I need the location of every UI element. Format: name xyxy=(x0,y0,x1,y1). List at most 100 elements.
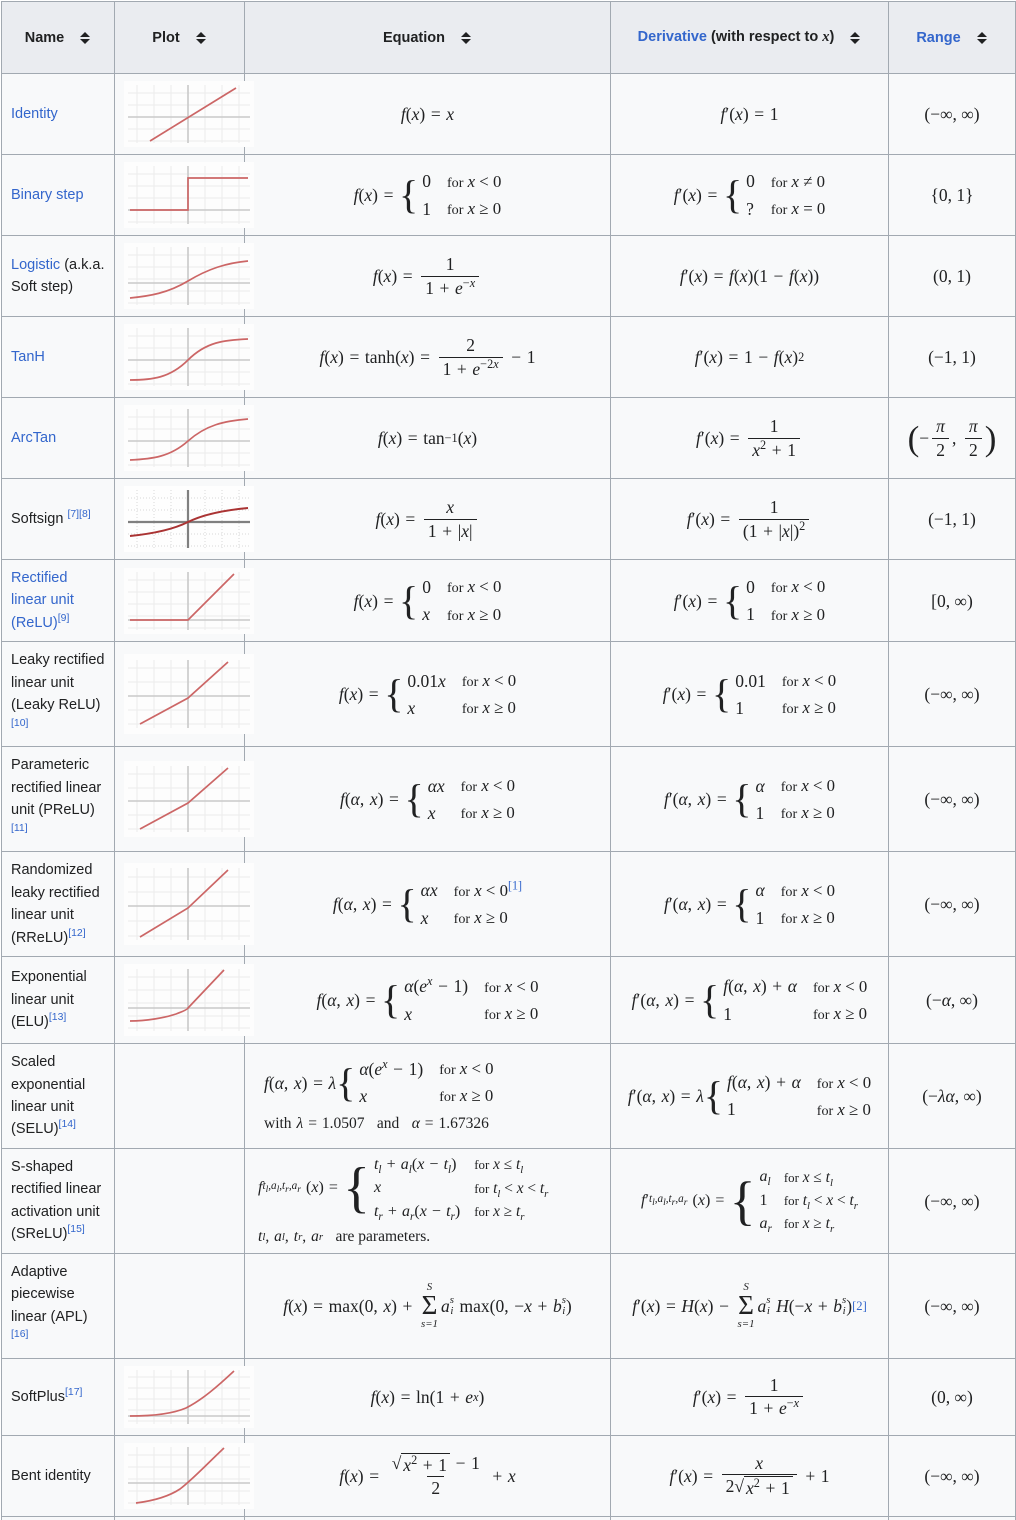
derivative-elu: f ′(α, x) = { f(α, x) + α for x < 0 1 for x ≥ 0 xyxy=(610,956,889,1045)
derivative-math: f ′(α, x) = { f(α, x) + α for x < 0 1 for x ≥ 0 xyxy=(631,976,868,1024)
reference-1[interactable]: [1] xyxy=(508,878,522,892)
row-name-rrelu: Randomized leaky rectified linear unit (… xyxy=(1,851,115,958)
range-math: (0, ∞) xyxy=(931,1386,973,1407)
name-link[interactable]: ArcTan xyxy=(11,430,56,446)
table-row: SoftPlus[17] f(x) = ln(1 + e x) f ′(x) = 1 1 + e−x xyxy=(1,1357,1016,1436)
range-logistic: (0, 1) xyxy=(888,235,1016,317)
equation-tanh: f(x) = tanh(x) = 2 1 + e−2x −1 xyxy=(244,316,611,398)
column-header-name[interactable]: Name xyxy=(1,1,115,74)
reference-17[interactable]: [17] xyxy=(65,1387,82,1398)
row-name-arctan: ArcTan xyxy=(1,397,115,479)
column-header-range-label: Range xyxy=(916,30,960,46)
equation-math: f(x) = max(0, x) + S Σs=1 asi max(0, − x + b s i) xyxy=(283,1281,572,1330)
row-name-binary-step: Binary step xyxy=(1,154,115,236)
table-row: Exponential linear unit (ELU)[13] f(α, x)… xyxy=(1,956,1016,1045)
column-header-plot[interactable]: Plot xyxy=(114,1,245,74)
derivative-suffix: (with respect to x) xyxy=(711,29,835,45)
range-prelu: (−∞, ∞) xyxy=(888,746,1016,853)
sort-icon[interactable] xyxy=(976,31,988,45)
equation-relu: f(x) = { 0 for x < 0 x for x ≥ 0 xyxy=(244,558,611,643)
reference-16[interactable]: [16] xyxy=(11,1329,28,1340)
derivative-link[interactable]: Derivative xyxy=(638,29,707,45)
equation-math: f(x) = 1 1 + e−x xyxy=(373,254,482,298)
plot-softexponential xyxy=(114,1515,245,1520)
range-leaky-relu: (−∞, ∞) xyxy=(888,641,1016,748)
equation-math: f(x) = x 1 + |x| xyxy=(376,497,480,541)
row-name-srelu: S-shaped rectified linear activation uni… xyxy=(1,1147,115,1254)
derivative-math: f ′(x) = H(x) − S Σs=1 asi H (− x + b s i) [2] xyxy=(632,1281,867,1330)
plot-svg xyxy=(124,1365,254,1428)
plot-svg xyxy=(124,81,254,147)
name-link[interactable]: TanH xyxy=(11,349,45,365)
row-name-softsign: Softsign [7][8] xyxy=(1,478,115,560)
plot-tanh xyxy=(114,316,254,398)
row-name-leaky-relu: Leaky rectified linear unit (Leaky ReLU)… xyxy=(1,641,115,748)
range-relu: [0, ∞) xyxy=(888,558,1016,643)
plot-identity xyxy=(114,73,254,155)
derivative-arctan: f ′(x) = 1 x2 +1 xyxy=(610,397,889,479)
derivative-apl: f ′(x) = H(x) − S Σs=1 asi H (− x + b s i) [2] xyxy=(610,1252,889,1359)
column-header-name-label: Name xyxy=(24,29,65,46)
equation-note: with λ = 1.0507 and α = 1.67326 xyxy=(264,1115,489,1133)
reference-9[interactable]: [9] xyxy=(58,613,70,624)
plot-svg xyxy=(124,1442,254,1509)
derivative-tanh: f ′(x) = 1− f(x) 2 xyxy=(610,316,889,398)
plot-bent-identity xyxy=(114,1434,254,1517)
row-name-identity: Identity xyxy=(1,73,115,155)
sort-icon[interactable] xyxy=(850,31,861,45)
derivative-rrelu: f ′(α, x) = { α for x < 0 1 for x ≥ 0 xyxy=(610,851,889,958)
range-link[interactable]: Range xyxy=(916,30,960,46)
range-math: (−∞, ∞) xyxy=(924,1465,980,1486)
derivative-math: f ′(x) = 1− f(x) 2 xyxy=(694,346,805,367)
reference-8[interactable]: [8] xyxy=(79,509,91,520)
range-math: (− λ α, ∞) xyxy=(922,1085,982,1106)
table-body: Identity f(x) = x f ′(x) = 1 (−∞, ∞) Bi… xyxy=(1,73,1016,1520)
name-text: Softsign xyxy=(11,510,64,527)
name-text: S-shaped rectified linear activation uni… xyxy=(11,1158,102,1243)
plot-relu xyxy=(114,558,254,643)
column-header-derivative[interactable]: Derivative (with respect to x) xyxy=(610,1,889,74)
sort-icon[interactable] xyxy=(195,31,207,45)
range-math: [0, ∞) xyxy=(931,590,973,611)
range-math: (−1, 1) xyxy=(928,346,976,367)
reference-13[interactable]: [13] xyxy=(49,1012,66,1023)
range-math: (− α, ∞) xyxy=(926,989,978,1010)
equation-selu: f(α, x) = λ { α(ex −1) for x < 0 x for x ≥ 0 w… xyxy=(244,1043,611,1149)
name-link[interactable]: Logistic xyxy=(11,257,60,273)
equation-softsign: f(x) = x 1 + |x| xyxy=(244,478,611,560)
column-header-range[interactable]: Range xyxy=(888,1,1016,74)
reference-7[interactable]: [7] xyxy=(67,509,79,520)
sort-icon[interactable] xyxy=(80,31,91,45)
equation-leaky-relu: f(x) = { 0.01x for x < 0 x for x ≥ 0 xyxy=(244,641,611,748)
table-row: Rectified linear unit (ReLU)[9] f(x) = { … xyxy=(1,558,1016,643)
plot-softplus xyxy=(114,1357,254,1436)
reference-15[interactable]: [15] xyxy=(67,1225,84,1236)
table-row: Leaky rectified linear unit (Leaky ReLU)… xyxy=(1,641,1016,748)
table-row: SoftExponential[18] xyxy=(1,1515,1016,1520)
derivative-relu: f ′(x) = { 0 for x < 0 1 for x ≥ 0 xyxy=(610,558,889,643)
activation-functions-table-page: Name Plot Equation Derivative (with resp… xyxy=(0,0,1016,1520)
row-name-softplus: SoftPlus[17] xyxy=(1,1357,115,1436)
equation-logistic: f(x) = 1 1 + e−x xyxy=(244,235,611,317)
equation-arctan: f(x) = tan −1(x) xyxy=(244,397,611,479)
name-link[interactable]: Binary step xyxy=(11,187,84,203)
derivative-softplus: f ′(x) = 1 1 + e−x xyxy=(610,1357,889,1436)
reference-14[interactable]: [14] xyxy=(59,1120,76,1131)
equation-elu: f(α, x) = { α(ex −1) for x < 0 x for x ≥ 0 xyxy=(244,956,611,1045)
range-elu: (− α, ∞) xyxy=(888,956,1016,1045)
reference-10[interactable]: [10] xyxy=(11,718,28,729)
name-text: Leaky rectified linear unit (Leaky ReLU) xyxy=(11,652,105,714)
plot-arctan xyxy=(114,397,254,479)
range-math: (−∞, ∞) xyxy=(924,103,980,124)
derivative-srelu: f ′ tl,al,tr,ar(x) = { al for x ≤ tl 1 for tl… xyxy=(610,1147,889,1254)
reference-12[interactable]: [12] xyxy=(68,928,85,939)
derivative-math: f ′(x) = f(x)(1− f(x)) xyxy=(679,265,820,286)
column-header-equation[interactable]: Equation xyxy=(244,1,611,74)
equation-math: f(x) = ln(1 + e x) xyxy=(370,1386,485,1407)
sort-icon[interactable] xyxy=(461,31,472,45)
derivative-identity: f ′(x) = 1 xyxy=(610,73,889,155)
row-name-apl: Adaptive piecewise linear (APL) [16] xyxy=(1,1252,115,1359)
equation-rrelu: f(α, x) = { αx for x < 0[1] x for x ≥ 0 xyxy=(244,851,611,958)
name-link[interactable]: Identity xyxy=(11,106,58,122)
reference-11[interactable]: [11] xyxy=(11,823,28,834)
